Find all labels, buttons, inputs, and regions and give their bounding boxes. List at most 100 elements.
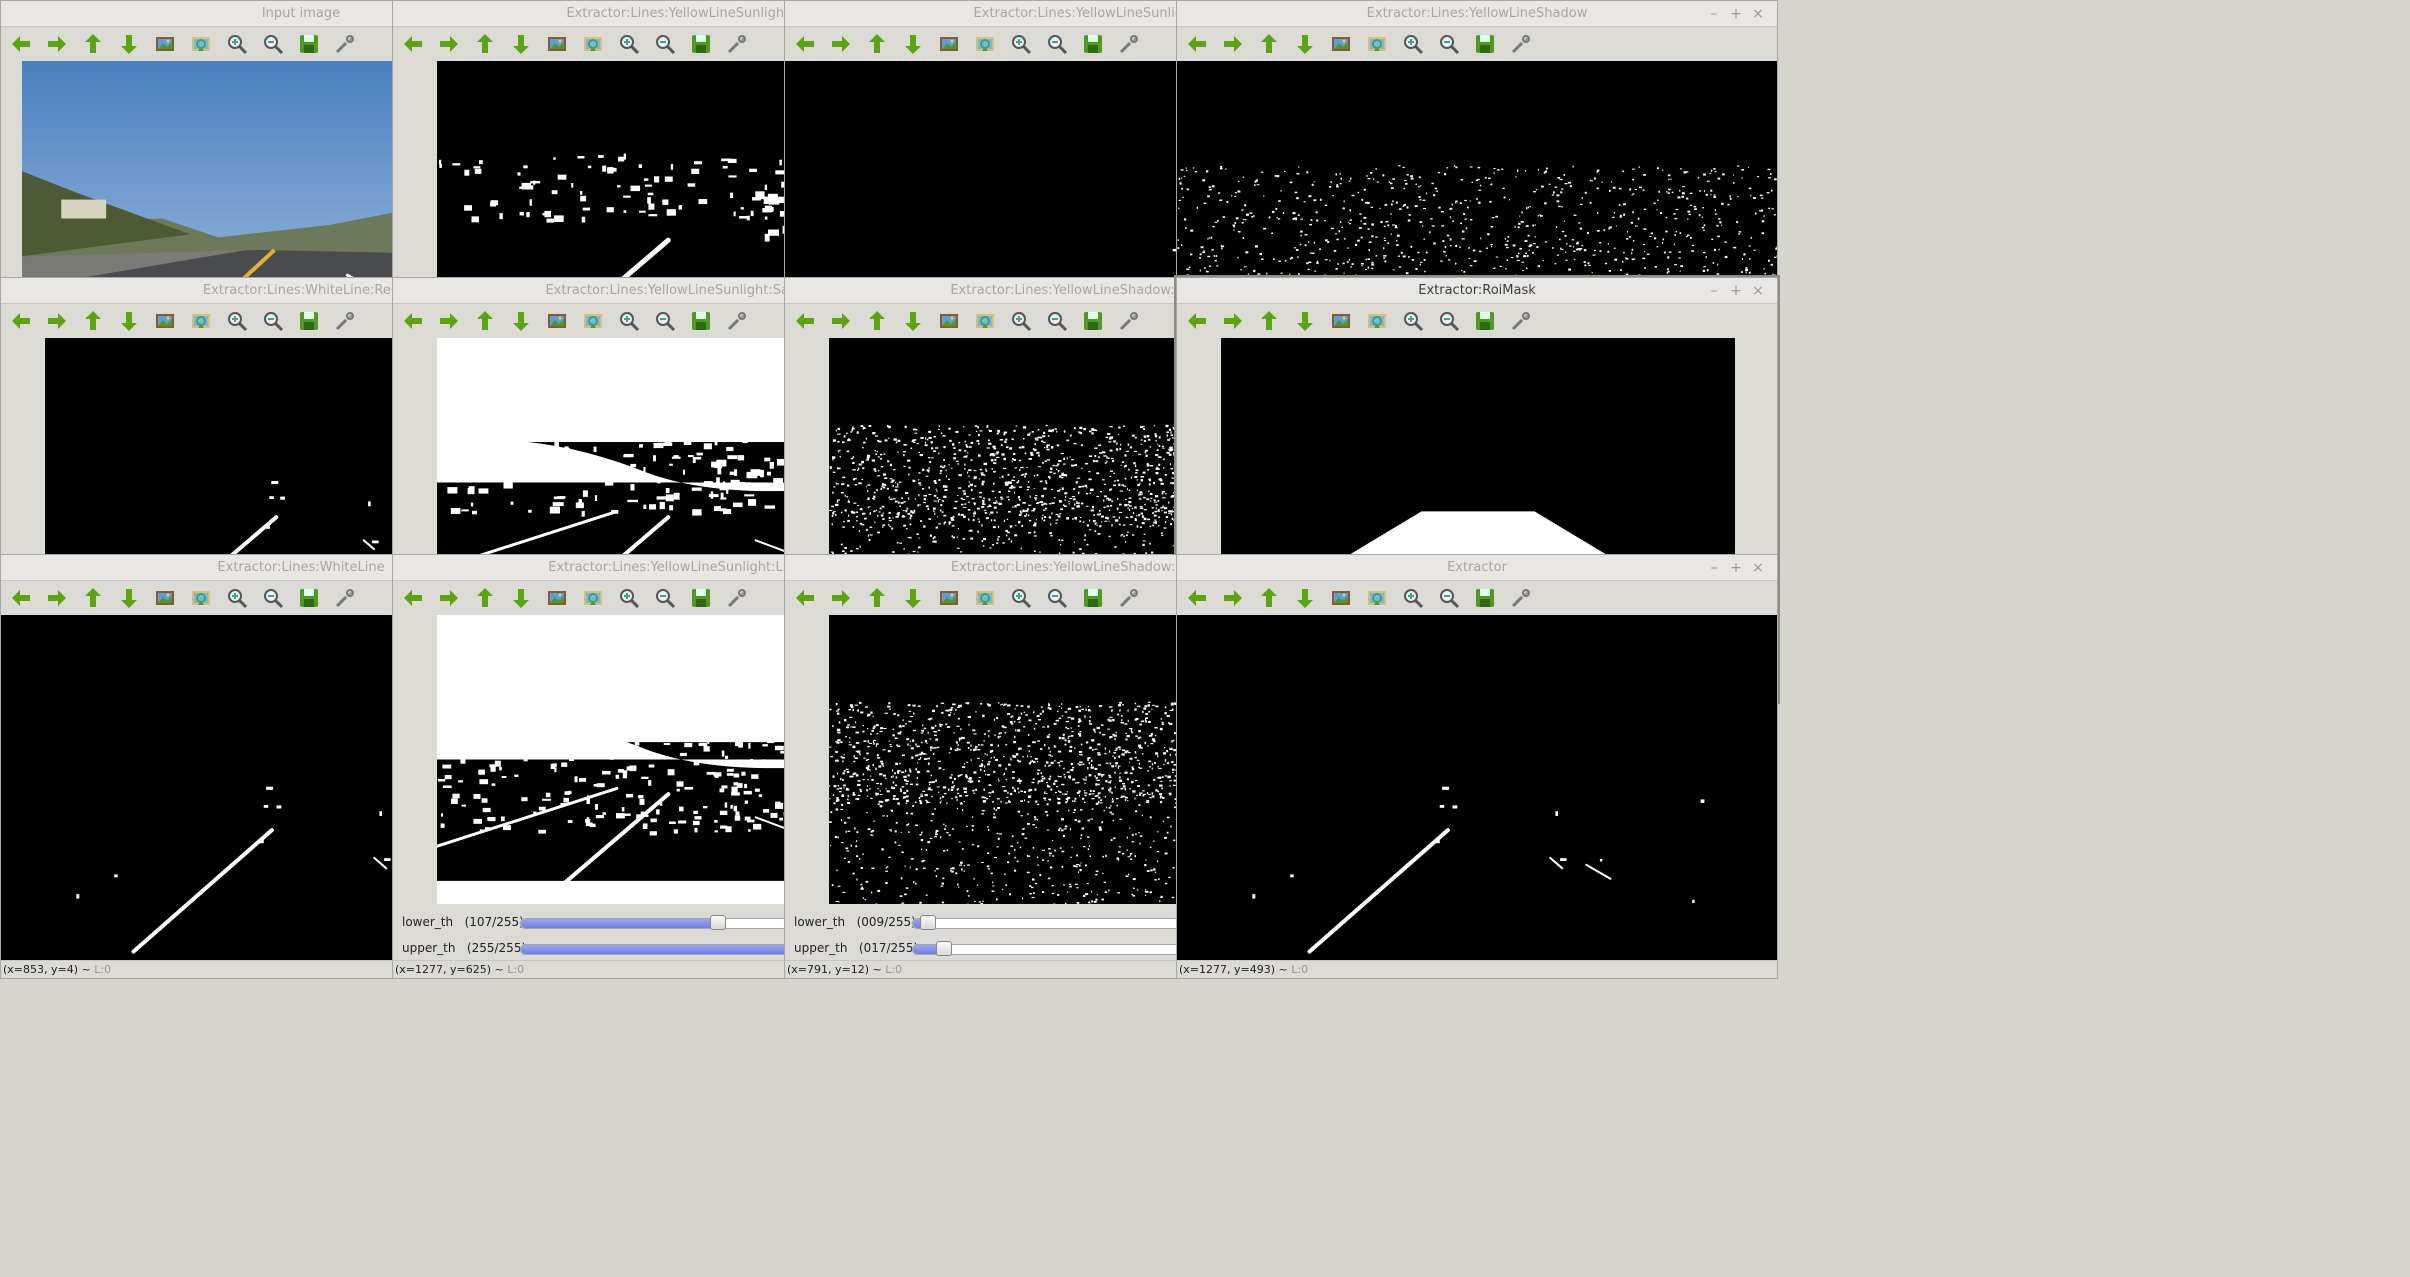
zoom-out-icon[interactable] xyxy=(260,585,286,611)
properties-icon[interactable] xyxy=(1508,31,1534,57)
pan-up-icon[interactable] xyxy=(864,308,890,334)
zoom-out-icon[interactable] xyxy=(260,308,286,334)
properties-icon[interactable] xyxy=(1116,585,1142,611)
zoom-original-icon[interactable] xyxy=(580,31,606,57)
close-icon[interactable]: × xyxy=(1749,281,1767,301)
pan-right-icon[interactable] xyxy=(436,585,462,611)
pan-left-icon[interactable] xyxy=(792,585,818,611)
save-icon[interactable] xyxy=(688,308,714,334)
zoom-in-icon[interactable] xyxy=(1008,31,1034,57)
zoom-in-icon[interactable] xyxy=(616,308,642,334)
pan-down-icon[interactable] xyxy=(116,31,142,57)
close-icon[interactable]: × xyxy=(1749,558,1767,578)
save-icon[interactable] xyxy=(296,31,322,57)
zoom-fit-icon[interactable] xyxy=(544,31,570,57)
pan-up-icon[interactable] xyxy=(472,31,498,57)
pan-right-icon[interactable] xyxy=(44,308,70,334)
zoom-fit-icon[interactable] xyxy=(152,31,178,57)
pan-down-icon[interactable] xyxy=(508,585,534,611)
save-icon[interactable] xyxy=(1080,31,1106,57)
zoom-out-icon[interactable] xyxy=(1044,31,1070,57)
properties-icon[interactable] xyxy=(1508,308,1534,334)
image-view[interactable] xyxy=(1177,615,1777,962)
properties-icon[interactable] xyxy=(724,308,750,334)
zoom-fit-icon[interactable] xyxy=(936,585,962,611)
opencv-window[interactable]: Extractor – + × (x=1277, y=493) ~ L:0 xyxy=(1176,554,1778,979)
zoom-out-icon[interactable] xyxy=(652,308,678,334)
pan-up-icon[interactable] xyxy=(80,31,106,57)
window-titlebar[interactable]: Extractor:Lines:YellowLineShadow – + × xyxy=(1177,1,1777,27)
zoom-original-icon[interactable] xyxy=(188,585,214,611)
properties-icon[interactable] xyxy=(1116,308,1142,334)
pan-left-icon[interactable] xyxy=(8,31,34,57)
window-titlebar[interactable]: Extractor – + × xyxy=(1177,555,1777,581)
zoom-original-icon[interactable] xyxy=(188,308,214,334)
zoom-fit-icon[interactable] xyxy=(152,585,178,611)
zoom-in-icon[interactable] xyxy=(224,308,250,334)
pan-right-icon[interactable] xyxy=(828,31,854,57)
zoom-out-icon[interactable] xyxy=(1436,585,1462,611)
zoom-original-icon[interactable] xyxy=(1364,31,1390,57)
pan-right-icon[interactable] xyxy=(1220,585,1246,611)
pan-right-icon[interactable] xyxy=(436,308,462,334)
pan-right-icon[interactable] xyxy=(828,308,854,334)
zoom-original-icon[interactable] xyxy=(1364,308,1390,334)
zoom-in-icon[interactable] xyxy=(1400,585,1426,611)
zoom-in-icon[interactable] xyxy=(224,585,250,611)
save-icon[interactable] xyxy=(688,31,714,57)
minimize-icon[interactable]: – xyxy=(1705,4,1723,24)
image-canvas[interactable] xyxy=(1177,615,1777,962)
pan-left-icon[interactable] xyxy=(792,31,818,57)
zoom-fit-icon[interactable] xyxy=(1328,585,1354,611)
minimize-icon[interactable]: – xyxy=(1705,558,1723,578)
trackbar-handle[interactable] xyxy=(709,915,726,930)
zoom-original-icon[interactable] xyxy=(972,31,998,57)
zoom-fit-icon[interactable] xyxy=(1328,31,1354,57)
pan-up-icon[interactable] xyxy=(472,585,498,611)
zoom-original-icon[interactable] xyxy=(1364,585,1390,611)
pan-right-icon[interactable] xyxy=(1220,308,1246,334)
pan-right-icon[interactable] xyxy=(44,585,70,611)
pan-right-icon[interactable] xyxy=(436,31,462,57)
save-icon[interactable] xyxy=(1472,308,1498,334)
pan-up-icon[interactable] xyxy=(472,308,498,334)
zoom-out-icon[interactable] xyxy=(260,31,286,57)
zoom-original-icon[interactable] xyxy=(580,308,606,334)
pan-left-icon[interactable] xyxy=(8,585,34,611)
zoom-out-icon[interactable] xyxy=(1044,585,1070,611)
zoom-out-icon[interactable] xyxy=(652,31,678,57)
pan-up-icon[interactable] xyxy=(1256,585,1282,611)
pan-up-icon[interactable] xyxy=(1256,31,1282,57)
pan-left-icon[interactable] xyxy=(792,308,818,334)
pan-right-icon[interactable] xyxy=(1220,31,1246,57)
zoom-out-icon[interactable] xyxy=(1044,308,1070,334)
zoom-original-icon[interactable] xyxy=(972,585,998,611)
zoom-fit-icon[interactable] xyxy=(544,308,570,334)
pan-left-icon[interactable] xyxy=(400,585,426,611)
pan-down-icon[interactable] xyxy=(116,585,142,611)
trackbar-handle[interactable] xyxy=(935,941,952,956)
zoom-in-icon[interactable] xyxy=(1400,308,1426,334)
pan-left-icon[interactable] xyxy=(400,308,426,334)
properties-icon[interactable] xyxy=(724,31,750,57)
pan-up-icon[interactable] xyxy=(864,585,890,611)
pan-down-icon[interactable] xyxy=(1292,308,1318,334)
pan-down-icon[interactable] xyxy=(508,31,534,57)
minimize-icon[interactable]: – xyxy=(1705,281,1723,301)
save-icon[interactable] xyxy=(1080,585,1106,611)
pan-left-icon[interactable] xyxy=(1184,308,1210,334)
trackbar-handle[interactable] xyxy=(920,915,937,930)
pan-down-icon[interactable] xyxy=(116,308,142,334)
save-icon[interactable] xyxy=(296,308,322,334)
zoom-fit-icon[interactable] xyxy=(1328,308,1354,334)
properties-icon[interactable] xyxy=(332,308,358,334)
zoom-in-icon[interactable] xyxy=(616,31,642,57)
pan-down-icon[interactable] xyxy=(900,308,926,334)
pan-up-icon[interactable] xyxy=(80,308,106,334)
zoom-original-icon[interactable] xyxy=(188,31,214,57)
pan-left-icon[interactable] xyxy=(1184,585,1210,611)
pan-right-icon[interactable] xyxy=(44,31,70,57)
window-titlebar[interactable]: Extractor:RoiMask – + × xyxy=(1177,278,1777,304)
pan-down-icon[interactable] xyxy=(900,31,926,57)
pan-left-icon[interactable] xyxy=(400,31,426,57)
